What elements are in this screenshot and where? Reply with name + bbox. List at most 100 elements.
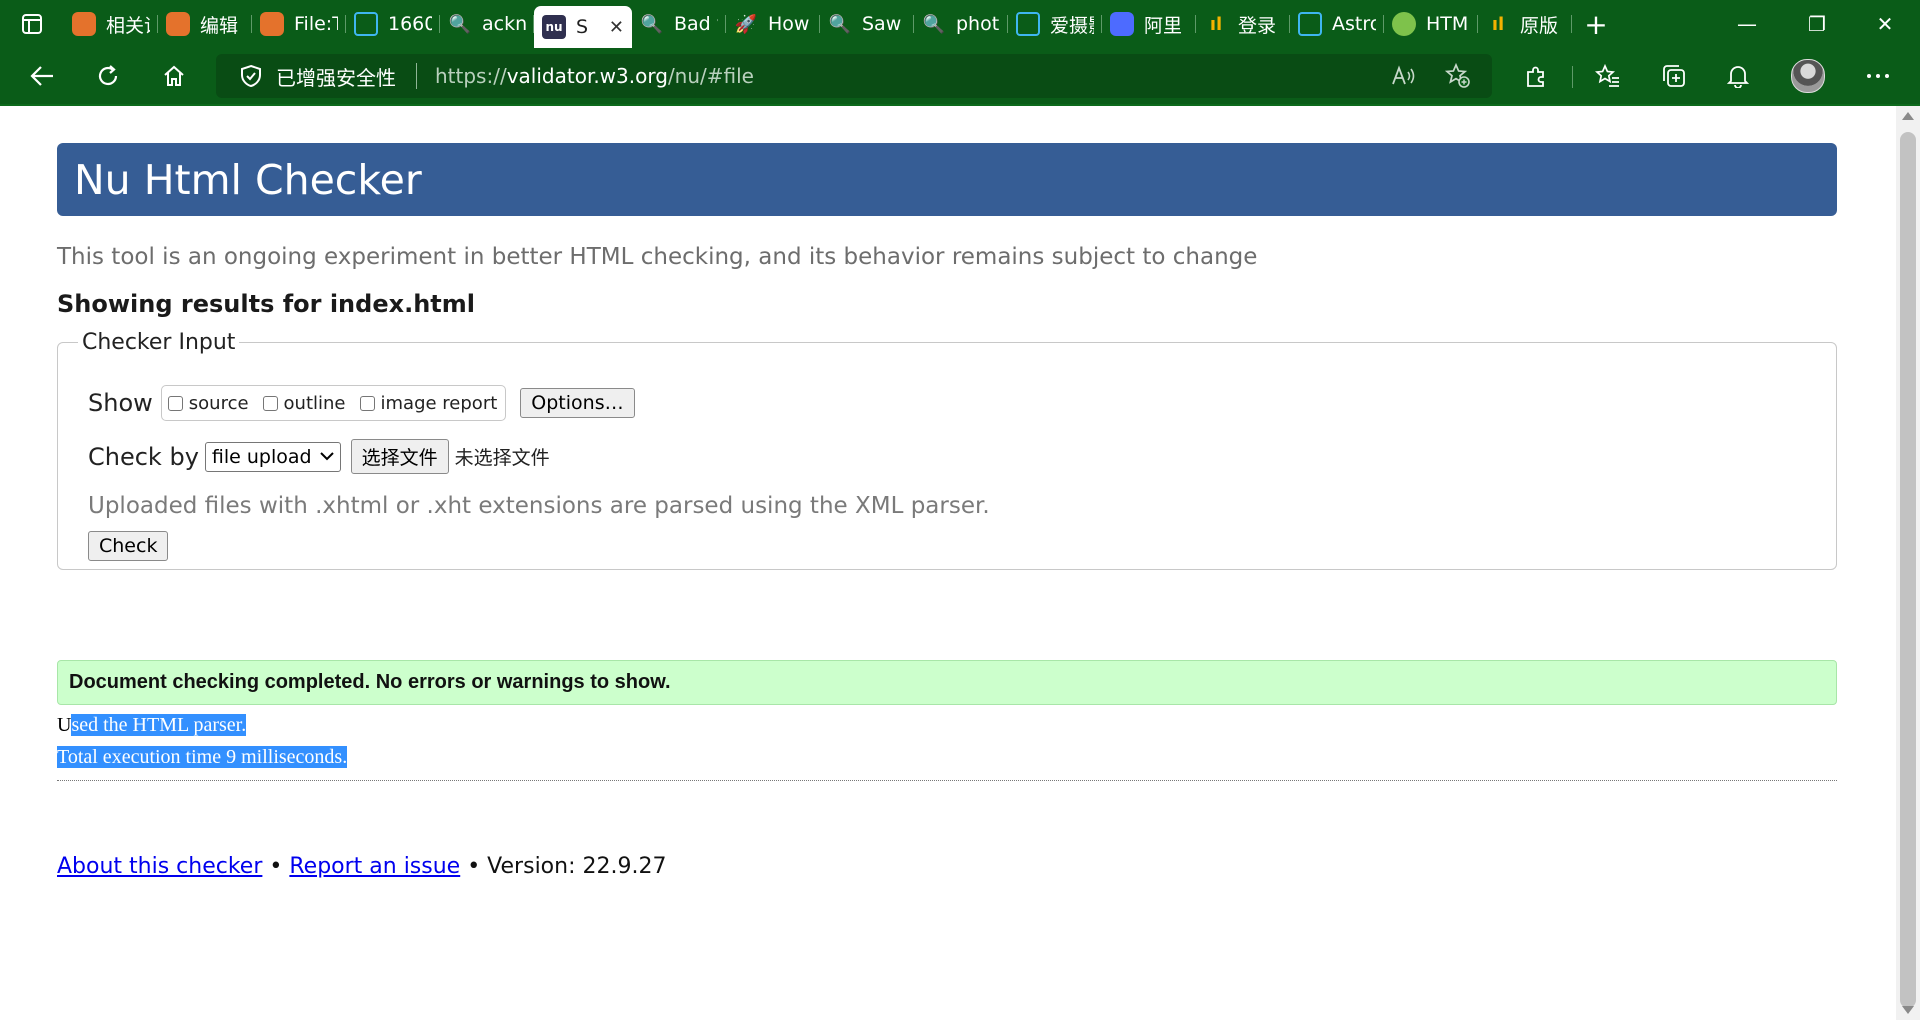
submit-row: Check: [88, 531, 169, 561]
checkbox-box[interactable]: [167, 395, 183, 411]
url-text[interactable]: https://validator.w3.org/nu/#file: [435, 64, 754, 88]
vertical-scrollbar[interactable]: [1896, 106, 1920, 1020]
home-icon: [164, 65, 184, 86]
favorites-button[interactable]: [1588, 56, 1628, 96]
browser-tab[interactable]: nu S ✕: [534, 6, 632, 48]
back-button[interactable]: [22, 56, 62, 96]
xml-parser-note: Uploaded files with .xhtml or .xht exten…: [88, 493, 990, 519]
orange-app-icon: [72, 12, 96, 36]
browser-tab[interactable]: 编辑: [158, 6, 252, 42]
favorites-icon: [1595, 64, 1619, 87]
scroll-down-arrow-icon[interactable]: [1902, 1006, 1914, 1014]
scroll-thumb[interactable]: [1900, 132, 1916, 1008]
browser-toolbar: 已增强安全性 https://validator.w3.org/nu/#file: [0, 48, 1920, 106]
orange-app-icon: [260, 12, 284, 36]
refresh-button[interactable]: [88, 56, 128, 96]
check-button[interactable]: Check: [88, 531, 169, 561]
address-bar[interactable]: 已增强安全性 https://validator.w3.org/nu/#file: [216, 54, 1492, 98]
tab-title: 阿里: [1144, 14, 1183, 37]
execution-time-text: Total execution time 9 milliseconds.: [57, 746, 348, 768]
parser-info-prefix: U: [57, 714, 72, 736]
close-window-button[interactable]: ✕: [1850, 0, 1920, 48]
browser-tab[interactable]: 🔍 ackn: [440, 6, 534, 42]
collections-button[interactable]: [1654, 56, 1694, 96]
checkbox-box[interactable]: [262, 395, 278, 411]
browser-tab[interactable]: 🔍 Bad v: [632, 6, 726, 42]
image-report-checkbox[interactable]: image report: [359, 392, 498, 414]
check-by-select[interactable]: file upload: [204, 441, 341, 472]
profile-button[interactable]: [1788, 56, 1828, 96]
url-protocol: https://: [435, 64, 507, 88]
star-add-icon: [1445, 63, 1470, 88]
nu-icon: nu: [542, 15, 566, 39]
collections-icon: [1663, 65, 1685, 87]
about-checker-link[interactable]: About this checker: [57, 854, 262, 879]
read-aloud-button[interactable]: [1384, 56, 1424, 96]
notifications-button[interactable]: [1718, 56, 1758, 96]
success-message: Document checking completed. No errors o…: [57, 660, 1837, 705]
image-report-checkbox-label: image report: [380, 392, 498, 414]
blue-app-icon: [1110, 12, 1134, 36]
extensions-button[interactable]: [1516, 56, 1556, 96]
browser-tab[interactable]: 🔍 Saw a: [820, 6, 914, 42]
checker-input-fieldset: Checker Input Show source outline image …: [57, 330, 1837, 570]
tab-title: Bad v: [674, 13, 718, 35]
tab-title: ackn: [482, 13, 526, 35]
browser-tab[interactable]: HTM: [1384, 6, 1478, 42]
outline-checkbox[interactable]: outline: [262, 392, 346, 414]
tab-title: 1660: [388, 13, 432, 35]
add-favorite-button[interactable]: [1438, 56, 1478, 96]
minimize-button[interactable]: —: [1712, 0, 1782, 48]
browser-tab[interactable]: 爱摄影: [1008, 6, 1102, 42]
choose-file-button[interactable]: 选择文件: [350, 439, 449, 474]
close-icon: ✕: [1876, 12, 1894, 36]
tab-title: 编辑: [200, 14, 239, 37]
execution-time-info: Total execution time 9 milliseconds.: [57, 746, 348, 769]
options-button[interactable]: Options…: [520, 388, 635, 418]
new-tab-button[interactable]: +: [1572, 0, 1620, 48]
footer-bullet: •: [262, 854, 290, 879]
tab-title: How: [768, 13, 810, 35]
tab-title: Saw a: [862, 13, 906, 35]
browser-tab[interactable]: 相关词: [64, 6, 158, 42]
tab-title: HTM: [1426, 13, 1469, 35]
tab-title: 相关词: [106, 14, 150, 37]
source-checkbox[interactable]: source: [167, 393, 249, 414]
no-file-chosen-text: 未选择文件: [454, 447, 550, 469]
restore-icon: ❐: [1808, 12, 1826, 36]
tab-actions-button[interactable]: [0, 0, 64, 48]
show-options-box: source outline image report: [160, 385, 507, 421]
browser-tab[interactable]: ıl 登录: [1196, 6, 1290, 42]
more-menu-button[interactable]: [1858, 56, 1898, 96]
shield-icon[interactable]: [238, 63, 264, 89]
restore-button[interactable]: ❐: [1782, 0, 1852, 48]
results-divider: [57, 780, 1837, 781]
browser-tab[interactable]: 🔍 photo: [914, 6, 1008, 42]
green-app-icon: [1392, 12, 1416, 36]
bilibili-icon: [1016, 12, 1040, 36]
security-label[interactable]: 已增强安全性: [276, 62, 396, 91]
close-tab-icon[interactable]: ✕: [603, 17, 624, 38]
checkbox-box[interactable]: [359, 395, 375, 411]
browser-tab[interactable]: Astro: [1290, 6, 1384, 42]
tab-title: File:T: [294, 13, 338, 35]
url-host: validator.w3.org: [506, 64, 668, 88]
page-footer: About this checker • Report an issue • V…: [57, 854, 666, 879]
browser-tab[interactable]: ıl 原版: [1478, 6, 1572, 42]
tab-actions-icon: [22, 14, 42, 34]
check-by-label: Check by: [88, 442, 199, 471]
outline-checkbox-label: outline: [283, 392, 346, 414]
tab-title: 登录: [1238, 14, 1277, 37]
read-aloud-icon: [1392, 65, 1415, 85]
tab-title: 爱摄影: [1050, 14, 1094, 37]
report-issue-link[interactable]: Report an issue: [289, 854, 460, 879]
browser-tab[interactable]: File:T: [252, 6, 346, 42]
browser-tab[interactable]: 🚀 How: [726, 6, 820, 42]
bilibili-icon: [1298, 12, 1322, 36]
scroll-up-arrow-icon[interactable]: [1902, 112, 1914, 120]
browser-tab[interactable]: 阿里: [1102, 6, 1196, 42]
home-button[interactable]: [154, 56, 194, 96]
browser-tab[interactable]: 1660: [346, 6, 440, 42]
show-row: Show source outline image report Options…: [88, 385, 635, 421]
page-banner: Nu Html Checker: [57, 143, 1837, 216]
